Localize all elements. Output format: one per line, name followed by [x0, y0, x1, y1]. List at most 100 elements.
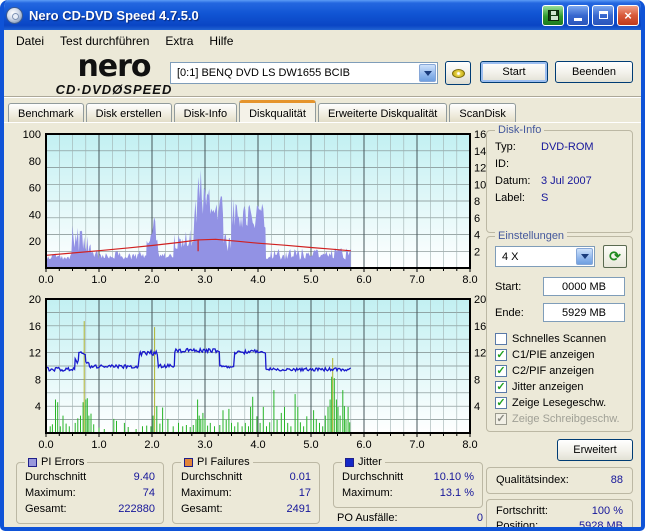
tab-scandisk[interactable]: ScanDisk — [449, 103, 516, 122]
stat-label: Durchschnitt — [342, 471, 404, 483]
checkbox-label: C1/PIE anzeigen — [512, 348, 595, 361]
maximize-icon — [598, 11, 608, 19]
advanced-button[interactable]: Erweitert — [557, 439, 633, 461]
tab-benchmark[interactable]: Benchmark — [8, 103, 84, 122]
pi-errors-box: PI Errors Durchschnitt 9.40 Maximum: 74 … — [16, 456, 164, 524]
stat-label: Durchschnitt — [181, 471, 243, 483]
stat-row: Gesamt: 222880 — [25, 503, 155, 515]
checkbox-label: Zeige Lesegeschw. — [512, 396, 607, 409]
position-row: Position: 5928 MB — [496, 520, 623, 527]
menu-test-durchfuehren[interactable]: Test durchführen — [52, 32, 157, 50]
chevron-down-icon — [423, 70, 432, 76]
disk-typ-row: Typ: DVD-ROM — [495, 141, 624, 153]
checkbox-read-speed[interactable]: Zeige Lesegeschw. — [495, 396, 606, 409]
svg-text:12: 12 — [29, 348, 41, 360]
checkbox-jitter[interactable]: Jitter anzeigen — [495, 380, 584, 393]
tab-content-edge — [4, 122, 641, 123]
svg-text:16: 16 — [29, 321, 41, 333]
tab-disk-info[interactable]: Disk-Info — [173, 103, 238, 122]
pi-failures-title-text: PI Failures — [197, 456, 250, 468]
svg-text:7.0: 7.0 — [409, 439, 424, 451]
start-position-input[interactable] — [543, 277, 625, 296]
close-icon: × — [624, 7, 632, 23]
checkbox-write-speed[interactable]: Zeige Schreibgeschw. — [495, 412, 620, 425]
eject-disc-button[interactable] — [445, 61, 471, 85]
disk-datum-row: Datum: 3 Jul 2007 — [495, 175, 624, 187]
stat-row: Durchschnitt 0.01 — [181, 471, 311, 483]
progress-box: Fortschritt: 100 % Position: 5928 MB Ges… — [486, 499, 633, 527]
tab-erweiterte-diskqualitaet[interactable]: Erweiterte Diskqualität — [317, 103, 448, 122]
disk-id-label: ID: — [495, 158, 510, 170]
tab-diskqualitaet[interactable]: Diskqualität — [239, 100, 316, 122]
disk-info-group: Disk-Info Typ: DVD-ROM ID: Datum: 3 Jul … — [486, 124, 633, 233]
jitter-title-text: Jitter — [358, 456, 382, 468]
drive-select-arrow[interactable] — [419, 64, 436, 82]
svg-text:1.0: 1.0 — [91, 274, 106, 286]
screenshot-button[interactable] — [542, 4, 564, 26]
disk-info-title: Disk-Info — [495, 124, 545, 136]
disk-typ-value: DVD-ROM — [541, 141, 594, 153]
refresh-icon: ⟳ — [609, 248, 621, 264]
jitter-box: Jitter Durchschnitt 10.10 % Maximum: 13.… — [333, 456, 483, 508]
checkbox-label: Zeige Schreibgeschw. — [512, 412, 620, 425]
svg-text:0.0: 0.0 — [38, 439, 53, 451]
svg-text:60: 60 — [29, 183, 41, 195]
stat-row: Maximum: 74 — [25, 487, 155, 499]
checkbox-fast-scan[interactable]: Schnelles Scannen — [495, 332, 606, 345]
speed-select-arrow[interactable] — [576, 248, 593, 265]
checkbox-icon — [495, 364, 507, 377]
svg-text:0.0: 0.0 — [38, 274, 53, 286]
svg-text:80: 80 — [29, 156, 41, 168]
refresh-speed-button[interactable]: ⟳ — [603, 245, 627, 268]
stat-row: Durchschnitt 9.40 — [25, 471, 155, 483]
disk-datum-label: Datum: — [495, 175, 531, 187]
disk-id-row: ID: — [495, 158, 624, 170]
jitter-chart: 0.0 1.0 2.0 3.0 4.0 5.0 6.0 7.0 8.0 20 16 12 8 4 20 16 1… — [8, 291, 486, 455]
svg-text:1.0: 1.0 — [91, 439, 106, 451]
stat-value: 2491 — [286, 503, 311, 515]
pi-failures-legend-icon — [184, 457, 193, 467]
menu-extra[interactable]: Extra — [157, 32, 201, 50]
svg-text:4: 4 — [474, 401, 480, 413]
stat-label: Maximum: — [25, 487, 76, 499]
quit-button-label: Beenden — [571, 66, 617, 78]
svg-text:7.0: 7.0 — [409, 274, 424, 286]
checkbox-c2-pif[interactable]: C2/PIF anzeigen — [495, 364, 594, 377]
progress-label: Fortschritt: — [496, 505, 548, 517]
stat-label: Durchschnitt — [25, 471, 87, 483]
maximize-button[interactable] — [592, 4, 614, 26]
jitter-box-title: Jitter — [342, 456, 385, 468]
checkbox-icon — [495, 348, 507, 361]
speed-select[interactable]: 4 X — [495, 246, 595, 267]
settings-group: Einstellungen 4 X ⟳ Start: Ende: Schnell… — [486, 230, 633, 432]
title-bar[interactable]: Nero CD-DVD Speed 4.7.5.0 × — [4, 0, 641, 30]
end-position-input[interactable] — [543, 303, 625, 322]
checkbox-c1-pie[interactable]: C1/PIE anzeigen — [495, 348, 595, 361]
svg-text:16: 16 — [474, 129, 486, 141]
svg-text:3.0: 3.0 — [197, 439, 212, 451]
jitter-legend-icon — [345, 457, 354, 467]
tab-disk-erstellen[interactable]: Disk erstellen — [85, 103, 172, 122]
chevron-down-icon — [580, 254, 589, 259]
svg-text:8: 8 — [474, 374, 480, 386]
stat-value: 9.40 — [133, 471, 155, 483]
disk-label-row: Label: S — [495, 192, 624, 204]
start-button[interactable]: Start — [480, 61, 548, 83]
svg-text:20: 20 — [29, 236, 41, 248]
svg-text:20: 20 — [29, 294, 41, 306]
stat-row: Maximum: 13.1 % — [342, 487, 474, 499]
client-area: Datei Test durchführen Extra Hilfe nero … — [4, 30, 641, 527]
disc-icon — [451, 68, 465, 78]
checkbox-label: Schnelles Scannen — [512, 332, 607, 345]
start-field-row: Start: — [495, 277, 625, 296]
menu-hilfe[interactable]: Hilfe — [201, 32, 241, 50]
menu-datei[interactable]: Datei — [8, 32, 52, 50]
svg-text:20: 20 — [474, 294, 486, 306]
minimize-button[interactable] — [567, 4, 589, 26]
quit-button[interactable]: Beenden — [555, 61, 633, 83]
close-button[interactable]: × — [617, 4, 639, 26]
drive-select-value: [0:1] BENQ DVD LS DW1655 BCIB — [177, 67, 351, 79]
cdspeed-logo-text: CD·DVDØSPEED — [55, 82, 173, 97]
header-separator — [4, 96, 641, 98]
drive-select[interactable]: [0:1] BENQ DVD LS DW1655 BCIB — [170, 62, 438, 84]
